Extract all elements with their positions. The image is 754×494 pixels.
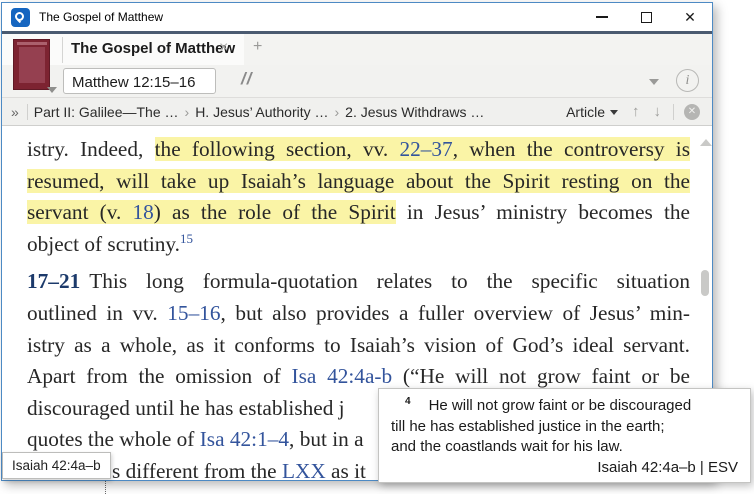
breadcrumb: Part II: Galilee—The … › H. Jesus’ Authori…: [34, 104, 485, 120]
breadcrumb-expand-icon[interactable]: »: [11, 104, 19, 120]
popup-verse-line: 4 He will not grow faint or be discourage…: [391, 396, 738, 417]
window-controls: ✕: [580, 3, 712, 31]
next-article-button[interactable]: ↓: [654, 103, 662, 120]
verse-number: 4: [405, 396, 411, 407]
text-segment: istry as a whole, as it conforms to Isai…: [27, 332, 690, 357]
crumb-separator-icon: ›: [184, 103, 190, 120]
link-tooltip: Isaiah 42:4a–b: [2, 452, 111, 479]
verse-preview-popup: 4 He will not grow faint or be discourage…: [378, 388, 751, 483]
scripture-link[interactable]: LXX: [282, 459, 326, 480]
tab-close-icon[interactable]: ×: [219, 39, 228, 57]
history-dropdown-icon[interactable]: [649, 79, 659, 85]
info-button[interactable]: i: [676, 69, 699, 92]
text-line: istry. Indeed, the following section, vv…: [27, 134, 691, 166]
close-button[interactable]: ✕: [668, 3, 712, 31]
crumb-separator-icon: ›: [334, 103, 340, 120]
new-tab-button[interactable]: +: [253, 38, 262, 56]
scripture-link[interactable]: Isa 42:4a-b: [291, 364, 392, 388]
text-line: 17–21 This long formula-quotation relates…: [27, 266, 690, 298]
text-segment: quotes the whole of: [27, 427, 200, 452]
scripture-link[interactable]: 18: [132, 200, 154, 225]
tooltip-dotted-tail: [105, 481, 106, 494]
scripture-link[interactable]: Isa 42:1–4: [200, 427, 289, 451]
text-segment: servant (v.: [27, 200, 133, 225]
text-line: istry as a whole, as it conforms to Isai…: [27, 330, 690, 362]
text-segment: the following section,: [154, 137, 363, 161]
text-segment: This long formula-quotation relates to t…: [89, 269, 690, 294]
article-caret-icon[interactable]: [610, 110, 618, 115]
text-line: resumed, will take up Isaiah’s language …: [27, 166, 690, 198]
text-line: servant (v. 18) as the role of the Spiri…: [27, 197, 690, 229]
cover-menu-caret-icon[interactable]: [47, 87, 57, 93]
popup-citation: Isaiah 42:4a–b | ESV: [597, 458, 738, 476]
breadcrumb-item[interactable]: 2. Jesus Withdraws …: [345, 104, 484, 120]
verse-text: He will not grow faint or be discouraged: [428, 397, 692, 414]
footnote-link[interactable]: 15: [180, 231, 193, 246]
minimize-button[interactable]: [580, 3, 624, 31]
text-segment: ) as the role of the Spirit: [153, 200, 396, 225]
text-segment: as it: [325, 458, 366, 480]
close-circle-icon[interactable]: ✕: [684, 103, 700, 120]
tab-strip-background: [244, 34, 712, 65]
parallel-resources-icon[interactable]: //: [241, 69, 252, 89]
breadcrumb-item[interactable]: H. Jesus’ Authority …: [195, 104, 328, 120]
tab-gospel-of-matthew[interactable]: The Gospel of Matthew: [71, 40, 235, 57]
breadcrumb-bar: » Part II: Galilee—The … › H. Jesus’ Autho…: [2, 98, 712, 126]
popup-verse-line: till he has established justice in the e…: [391, 417, 665, 435]
text-segment: , when the controversy is: [452, 137, 691, 161]
close-icon: ✕: [684, 9, 696, 25]
breadcrumb-item[interactable]: Part II: Galilee—The …: [34, 104, 179, 120]
resource-cover-thumbnail[interactable]: [13, 39, 50, 90]
text-segment: s different from the: [112, 458, 282, 480]
window-title: The Gospel of Matthew: [39, 10, 164, 24]
text-segment: resumed, will take up Isaiah’s language …: [27, 168, 690, 193]
scripture-link[interactable]: 15–16: [167, 301, 220, 325]
scripture-link[interactable]: 22–37: [399, 137, 453, 161]
text-segment: discouraged until he has established j: [27, 395, 345, 420]
breadcrumb-divider: [26, 103, 28, 120]
minimize-icon: [596, 16, 608, 18]
breadcrumb-divider: [673, 103, 674, 120]
popup-verse-line: and the coastlands wait for his law.: [391, 438, 623, 455]
maximize-button[interactable]: [624, 3, 668, 31]
text-segment: (“He will not grow faint or be: [392, 364, 690, 389]
text-segment: istry. Indeed,: [27, 137, 155, 161]
article-dropdown[interactable]: Article: [566, 104, 605, 120]
text-segment: outlined in vv.: [27, 300, 168, 325]
tab-separator: [62, 37, 63, 63]
text-segment: in Jesus’ ministry becomes the: [395, 200, 691, 225]
title-bar: The Gospel of Matthew ✕: [2, 3, 712, 31]
verse-range-heading: 17–21: [27, 269, 81, 294]
text-segment: , but in a: [289, 427, 364, 452]
reference-input[interactable]: [63, 68, 216, 94]
breadcrumb-controls: Article ↑ ↓ ✕: [566, 103, 712, 120]
scroll-up-arrow-icon[interactable]: [700, 139, 712, 146]
text-segment: object of scrutiny.: [27, 231, 180, 256]
text-line: outlined in vv. 15–16, but also provides…: [27, 298, 690, 330]
text-segment: vv.: [362, 137, 400, 161]
app-logo-icon: [11, 7, 30, 27]
scrollbar-thumb[interactable]: [701, 270, 709, 296]
previous-article-button[interactable]: ↑: [632, 103, 640, 120]
maximize-icon: [640, 11, 652, 23]
text-line: object of scrutiny.15: [27, 229, 690, 261]
cover-art-stripe: [17, 42, 47, 45]
cover-art: [19, 47, 45, 83]
text-segment: , but also provides a fuller overview of…: [220, 300, 690, 325]
text-segment: Apart from the omission of: [27, 364, 292, 389]
